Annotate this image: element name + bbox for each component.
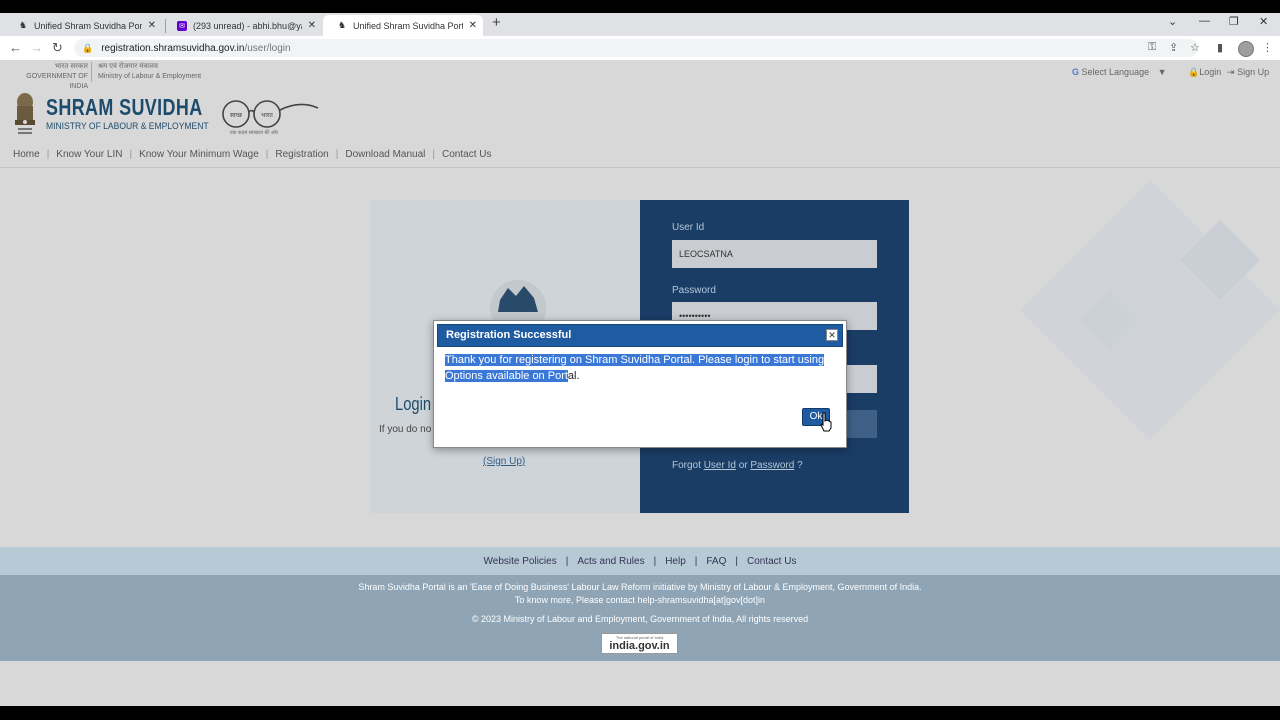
- forgot-credentials: Forgot User Id or Password ?: [672, 460, 803, 471]
- forgot-password-link[interactable]: Password: [750, 460, 794, 471]
- back-arrow-icon[interactable]: ←: [9, 40, 22, 55]
- bottom-black-bar: [0, 706, 1280, 720]
- header-signup-link[interactable]: ⇥ Sign Up: [1227, 67, 1269, 78]
- share-icon[interactable]: ⇪: [1169, 41, 1178, 54]
- signup-link[interactable]: (Sign Up): [483, 456, 525, 467]
- close-tab-icon[interactable]: ✕: [148, 20, 156, 31]
- footer-contact-text: To know more, Please contact help-shrams…: [514, 595, 766, 605]
- url-path: /user/login: [244, 42, 291, 54]
- footer-contact-us[interactable]: Contact Us: [747, 556, 796, 567]
- browser-tab-1[interactable]: ♞ Unified Shram Suvidha Portal - M ✕: [4, 15, 162, 36]
- forward-arrow-icon[interactable]: →: [30, 40, 43, 55]
- gov-of-india-text: भारत सरकार GOVERNMENT OF INDIA: [26, 63, 88, 90]
- gear-emblem-icon: [490, 280, 546, 323]
- browser-tab-strip: ♞ Unified Shram Suvidha Portal - M ✕ ✉ (…: [0, 13, 1280, 36]
- decorative-diamond-pattern: [1020, 180, 1280, 440]
- svg-text:भारत: भारत: [261, 113, 273, 119]
- side-panel-icon[interactable]: ▮: [1217, 41, 1223, 54]
- url-host: registration.shramsuvidha.gov.in: [101, 42, 245, 54]
- close-tab-icon[interactable]: ✕: [469, 20, 477, 31]
- footer-copyright: © 2023 Ministry of Labour and Employment…: [471, 614, 809, 624]
- footer-acts-and-rules[interactable]: Acts and Rules: [577, 556, 644, 567]
- nav-download-manual[interactable]: Download Manual: [345, 149, 425, 160]
- nav-know-your-minimum-wage[interactable]: Know Your Minimum Wage: [139, 149, 259, 160]
- login-info-text: If you do no: [379, 424, 432, 435]
- dialog-message-rest: al.: [567, 369, 580, 382]
- dialog-titlebar: Registration Successful ✕: [437, 324, 843, 347]
- close-window-icon[interactable]: ✕: [1259, 15, 1268, 28]
- profile-avatar-icon[interactable]: [1238, 41, 1254, 57]
- google-g-icon: G: [1072, 67, 1080, 77]
- browser-tab-3[interactable]: ♞ Unified Shram Suvidha Portal - M ✕: [323, 15, 483, 36]
- national-emblem-icon: [15, 93, 35, 134]
- signin-arrow-icon: ⇥: [1227, 67, 1235, 77]
- brand-subtitle: MINISTRY OF LABOUR & EMPLOYMENT: [46, 121, 209, 131]
- tab-title: Unified Shram Suvidha Portal - M: [34, 20, 142, 31]
- password-label: Password: [672, 285, 716, 296]
- new-tab-plus-icon[interactable]: +: [492, 14, 501, 31]
- svg-text:एक कदम स्वच्छता की ओर: एक कदम स्वच्छता की ओर: [230, 129, 279, 136]
- bookmark-star-icon[interactable]: ☆: [1190, 41, 1200, 54]
- dialog-close-icon[interactable]: ✕: [826, 329, 838, 341]
- dialog-message-selected: Thank you for registering on Shram Suvid…: [445, 354, 825, 382]
- menu-kebab-icon[interactable]: ⋮: [1262, 41, 1273, 54]
- forgot-userid-link[interactable]: User Id: [704, 460, 736, 471]
- restore-icon[interactable]: ❐: [1229, 15, 1239, 28]
- browser-toolbar: ← → ↻ 🔒 registration.shramsuvidha.gov.in…: [0, 36, 1280, 61]
- lock-icon: 🔒: [1188, 67, 1200, 77]
- select-language-dropdown[interactable]: G Select Language ▼: [1072, 67, 1167, 77]
- address-bar[interactable]: 🔒 registration.shramsuvidha.gov.in/user/…: [74, 39, 1198, 57]
- portal-favicon-icon: ♞: [18, 20, 28, 30]
- registration-success-dialog: Registration Successful ✕ Thank you for …: [433, 320, 847, 448]
- nav-know-your-lin[interactable]: Know Your LIN: [56, 149, 122, 160]
- header-login-link[interactable]: 🔒Login: [1188, 67, 1221, 78]
- portal-favicon-icon: ♞: [337, 20, 347, 30]
- svg-text:स्वच्छ: स्वच्छ: [230, 113, 243, 119]
- key-icon[interactable]: ⚿: [1148, 41, 1156, 54]
- userid-input[interactable]: [672, 240, 877, 268]
- main-navigation: Home | Know Your LIN | Know Your Minimum W…: [13, 149, 492, 160]
- lock-icon: 🔒: [82, 42, 94, 53]
- userid-label: User Id: [672, 222, 705, 233]
- nav-contact-us[interactable]: Contact Us: [442, 149, 491, 160]
- chevron-down-icon: ▼: [1157, 67, 1167, 77]
- tab-search-chevron-icon[interactable]: ⌄: [1168, 15, 1177, 28]
- footer-description: Shram Suvidha Portal is an 'Ease of Doin…: [358, 582, 922, 592]
- tab-title: (293 unread) - abhi.bhu@yahoo.: [193, 20, 302, 31]
- brand-title: SHRAM SUVIDHA: [46, 94, 203, 120]
- close-tab-icon[interactable]: ✕: [308, 20, 316, 31]
- footer-help[interactable]: Help: [665, 556, 686, 567]
- footer-website-policies[interactable]: Website Policies: [484, 556, 557, 567]
- mail-favicon-icon: ✉: [177, 20, 187, 31]
- nav-registration[interactable]: Registration: [275, 149, 328, 160]
- swachh-bharat-glasses-logo: स्वच्छ भारत एक कदम स्वच्छता की ओर: [222, 100, 319, 136]
- india-gov-logo[interactable]: The national portal of India india.gov.i…: [601, 633, 678, 654]
- tab-title: Unified Shram Suvidha Portal - M: [353, 20, 463, 31]
- top-black-bar: [0, 0, 1280, 13]
- ministry-text: श्रम एवं रोजगार मंत्रालय Ministry of Lab…: [91, 62, 201, 82]
- footer-faq[interactable]: FAQ: [706, 556, 726, 567]
- login-heading: Login: [395, 394, 432, 414]
- nav-home[interactable]: Home: [13, 149, 40, 160]
- browser-tab-2[interactable]: ✉ (293 unread) - abhi.bhu@yahoo. ✕: [163, 15, 322, 36]
- minimize-icon[interactable]: —: [1199, 15, 1210, 27]
- nav-divider: [0, 167, 1280, 168]
- footer-navigation: Website Policies | Acts and Rules | Help | …: [0, 547, 1280, 575]
- dialog-message: Thank you for registering on Shram Suvid…: [445, 353, 830, 384]
- dialog-title: Registration Successful: [446, 329, 572, 341]
- mouse-hand-cursor-icon: [820, 412, 832, 432]
- reload-icon[interactable]: ↻: [52, 40, 63, 56]
